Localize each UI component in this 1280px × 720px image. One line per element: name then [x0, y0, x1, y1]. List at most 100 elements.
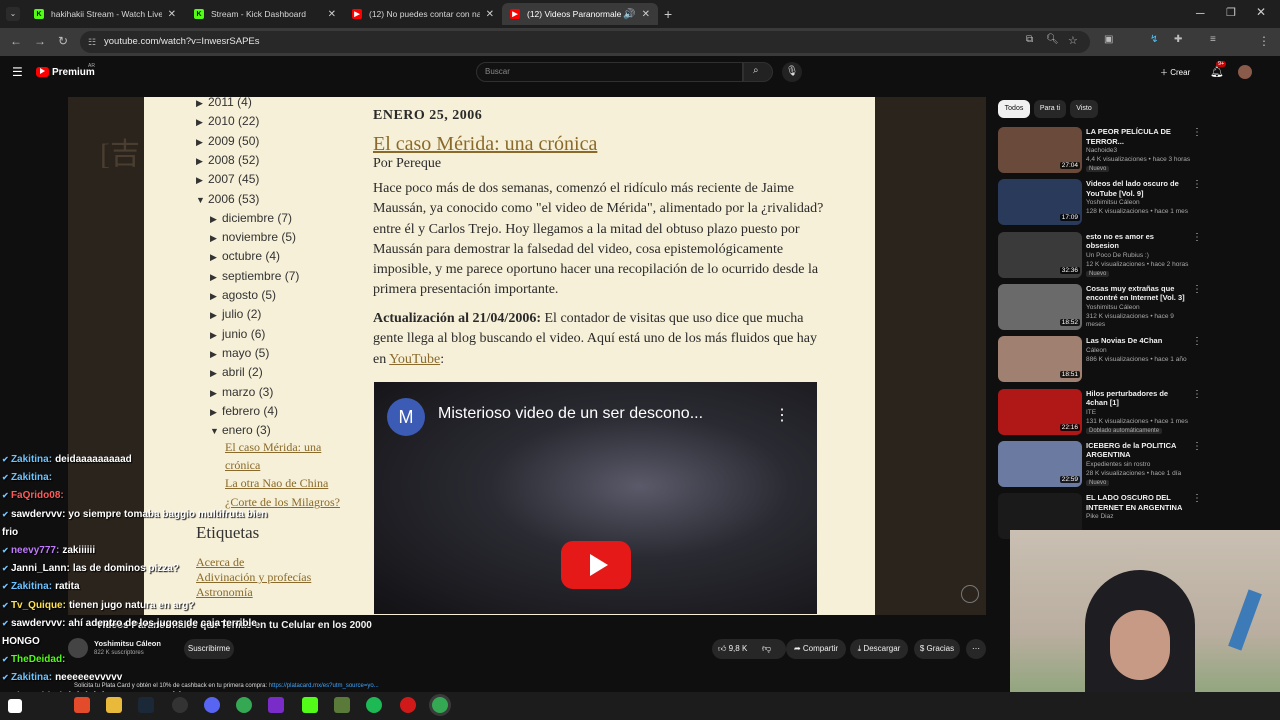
recommendation-title[interactable]: esto no es amor es obsesion [1086, 232, 1186, 251]
archive-label[interactable]: 2009 [208, 134, 235, 148]
archive-label[interactable]: agosto [222, 288, 258, 302]
chat-username[interactable]: Zakitina: [11, 454, 52, 465]
triangle-down-icon[interactable]: ▼ [210, 426, 222, 436]
archive-post-link[interactable]: El caso Mérida: una crónica [225, 438, 355, 474]
archive-item[interactable]: ▶ 2008 (52) [196, 153, 259, 167]
recommendation-channel[interactable]: Un Poco De Rubius :) [1086, 252, 1192, 261]
tab-kick-stream[interactable]: K hakihakii Stream - Watch Live o ✕ [26, 3, 184, 25]
chrome-active-icon[interactable] [432, 697, 448, 713]
recommendation-item[interactable]: 22:16 Hilos perturbadores de 4chan [1] ITE… [998, 388, 1202, 437]
windows-start-icon[interactable] [8, 699, 22, 713]
archive-item[interactable]: ▶ octubre (4) [210, 249, 280, 263]
account-avatar[interactable] [1238, 65, 1252, 79]
triangle-right-icon[interactable]: ▶ [196, 156, 208, 167]
close-icon[interactable]: ✕ [486, 9, 494, 20]
tag-link[interactable]: Acerca de [196, 555, 336, 570]
zoom-icon[interactable]: 🔍︎ [1046, 34, 1059, 45]
minecraft-icon[interactable] [334, 697, 350, 713]
triangle-down-icon[interactable]: ▼ [196, 195, 208, 205]
embed-menu-icon[interactable]: ⋮ [774, 405, 790, 425]
archive-item[interactable]: ▶ 2011 (4) [196, 95, 252, 109]
more-options-icon[interactable]: ⋮ [1192, 336, 1202, 347]
archive-item[interactable]: ▶ marzo (3) [210, 385, 273, 399]
spotify-icon[interactable] [366, 697, 382, 713]
obs-icon[interactable] [172, 697, 188, 713]
new-tab-icon[interactable]: + [664, 6, 672, 22]
more-options-icon[interactable]: ⋮ [1192, 179, 1202, 190]
archive-label[interactable]: 2007 [208, 172, 235, 186]
window-close-icon[interactable]: ✕ [1256, 5, 1266, 19]
more-options-icon[interactable]: ⋮ [1192, 389, 1202, 400]
thanks-button[interactable]: $ Gracias [914, 639, 960, 659]
chrome-icon[interactable] [236, 697, 252, 713]
search-input[interactable]: Buscar [476, 62, 743, 82]
tag-link[interactable]: Adivinación y profecías [196, 570, 336, 585]
microphone-icon[interactable]: 🎙︎ [782, 62, 802, 82]
recommendation-channel[interactable]: Nachoide3 [1086, 147, 1192, 156]
kick-app-icon[interactable] [302, 697, 318, 713]
archive-label[interactable]: 2011 [208, 95, 234, 109]
recommendation-item[interactable]: 22:59 ICEBERG de la POLITICA ARGENTINA Exp… [998, 440, 1202, 489]
archive-label[interactable]: mayo [222, 346, 251, 360]
recommendation-title[interactable]: Hilos perturbadores de 4chan [1] [1086, 389, 1186, 408]
recommendation-channel[interactable]: ITE [1086, 409, 1192, 418]
steam-icon[interactable] [138, 697, 154, 713]
tab-kick-dashboard[interactable]: K Stream - Kick Dashboard ✕ [186, 3, 344, 25]
archive-item[interactable]: ▶ noviembre (5) [210, 230, 296, 244]
archive-label[interactable]: enero [222, 423, 253, 437]
chat-username[interactable]: Zakitina: [11, 672, 52, 683]
triangle-right-icon[interactable]: ▶ [196, 137, 208, 148]
archive-item[interactable]: ▶ diciembre (7) [210, 211, 292, 225]
restore-icon[interactable]: ❐ [1226, 6, 1236, 19]
triangle-right-icon[interactable]: ▶ [210, 388, 222, 399]
recommendation-item[interactable]: 18:51 Las Novias De 4Chan Cáleon 886 K visu… [998, 336, 1202, 384]
filter-chip-visto[interactable]: Visto [1070, 100, 1098, 118]
archive-item[interactable]: ▶ junio (6) [210, 327, 265, 341]
recommendation-channel[interactable]: Yoshimitsu Cáleon [1086, 199, 1192, 208]
create-button[interactable]: ＋ Crear [1160, 64, 1198, 82]
archive-label[interactable]: 2008 [208, 153, 235, 167]
archive-label[interactable]: febrero [222, 404, 260, 418]
recommendation-item[interactable]: 32:36 esto no es amor es obsesion Un Poco … [998, 231, 1202, 280]
url-field[interactable]: ☷ youtube.com/watch?v=InwesrSAPEs [80, 31, 1090, 53]
dislike-icon[interactable]: 👎︎ [762, 643, 771, 654]
archive-label[interactable]: 2006 [208, 192, 235, 206]
archive-item[interactable]: ▶ 2007 (45) [196, 172, 259, 186]
archive-label[interactable]: octubre [222, 249, 262, 263]
file-explorer-icon[interactable] [106, 697, 122, 713]
chat-username[interactable]: Tv_Quique: [11, 600, 66, 611]
triangle-right-icon[interactable]: ▶ [196, 98, 208, 109]
archive-label[interactable]: 2010 [208, 114, 235, 128]
archive-item[interactable]: ▶ febrero (4) [210, 404, 278, 418]
chat-username[interactable]: Janni_Lann: [11, 563, 70, 574]
triangle-right-icon[interactable]: ▶ [196, 175, 208, 186]
forward-icon[interactable]: → [34, 34, 46, 48]
archive-item[interactable]: ▶ agosto (5) [210, 288, 276, 302]
close-icon[interactable]: ✕ [642, 9, 650, 20]
triangle-right-icon[interactable]: ▶ [210, 214, 222, 225]
triangle-right-icon[interactable]: ▶ [210, 330, 222, 341]
archive-item[interactable]: ▶ 2009 (50) [196, 134, 259, 148]
archive-label[interactable]: junio [222, 327, 247, 341]
archive-item[interactable]: ▶ julio (2) [210, 307, 261, 321]
close-icon[interactable]: ✕ [168, 9, 176, 20]
archive-label[interactable]: diciembre [222, 211, 274, 225]
tab-search-icon[interactable]: ⌄ [6, 7, 20, 21]
archive-label[interactable]: julio [222, 307, 243, 321]
menu-dots-icon[interactable]: ⋮ [1258, 34, 1270, 48]
triangle-right-icon[interactable]: ▶ [196, 117, 208, 128]
recommendation-channel[interactable]: Pike Diaz [1086, 513, 1192, 522]
app-purple-icon[interactable] [268, 697, 284, 713]
recommendation-title[interactable]: EL LADO OSCURO DEL INTERNET EN ARGENTINA [1086, 493, 1186, 512]
channel-name[interactable]: Yoshimitsu Cáleon [94, 639, 161, 648]
archive-label[interactable]: marzo [222, 385, 255, 399]
search-button[interactable]: ⌕ [743, 62, 773, 82]
triangle-right-icon[interactable]: ▶ [210, 291, 222, 302]
chat-username[interactable]: Zakitina: [11, 581, 52, 592]
description-link[interactable]: https://platacard.mx/es?utm_source=yo... [269, 683, 379, 689]
triangle-right-icon[interactable]: ▶ [210, 310, 222, 321]
tab-youtube-1[interactable]: ▶ (12) No puedes contar con nad ✕ [344, 3, 502, 25]
post-title[interactable]: El caso Mérida: una crónica [373, 133, 833, 156]
tag-link[interactable]: Astronomía [196, 585, 336, 600]
archive-post-link[interactable]: La otra Nao de China [225, 474, 355, 492]
